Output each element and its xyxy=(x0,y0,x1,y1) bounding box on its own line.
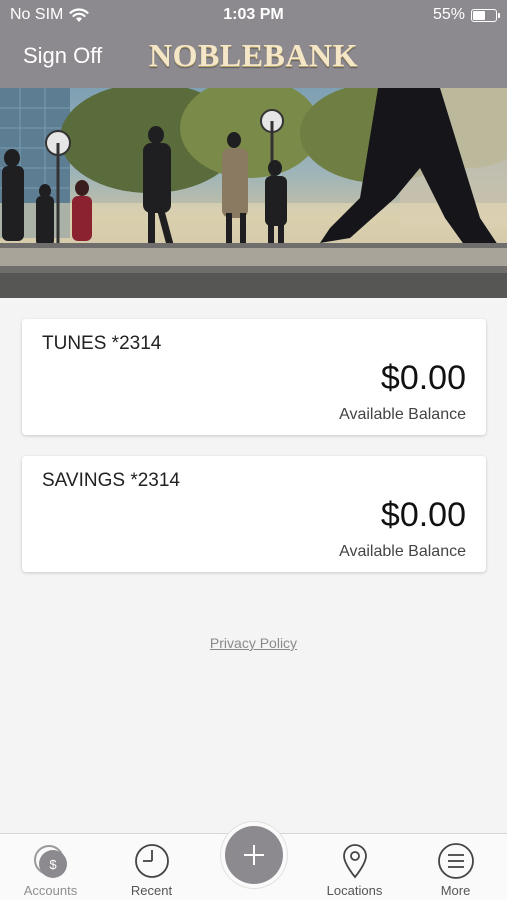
add-button[interactable] xyxy=(225,826,283,884)
clock-icon xyxy=(134,844,169,878)
balance-label: Available Balance xyxy=(339,406,466,423)
tab-more[interactable]: More xyxy=(405,834,506,900)
battery-fill xyxy=(473,10,486,20)
account-name: SAVINGS *2314 xyxy=(42,470,181,491)
privacy-policy-link[interactable]: Privacy Policy xyxy=(0,635,507,651)
status-time: 1:03 PM xyxy=(223,6,284,23)
tab-label: Accounts xyxy=(23,883,78,898)
battery-icon xyxy=(471,8,500,22)
nav-row: Sign Off NOBLEBANK xyxy=(0,36,507,80)
tab-label: More xyxy=(440,883,471,898)
svg-text:$: $ xyxy=(49,857,57,872)
battery-indicator: 55% xyxy=(432,6,500,24)
accounts-icon: $ xyxy=(33,845,67,878)
brand-logo: NOBLEBANK xyxy=(149,37,358,73)
account-balance: $0.00 xyxy=(380,496,466,534)
hero-image xyxy=(0,88,507,298)
account-balance: $0.00 xyxy=(380,359,466,397)
balance-label: Available Balance xyxy=(339,543,466,560)
app-screen: No SIM 1:03 PM 55% Sign Off NOBLEBANK TU… xyxy=(0,0,507,900)
battery-percent: 55% xyxy=(432,6,465,23)
tab-accounts[interactable]: $ Accounts xyxy=(0,834,101,900)
menu-icon xyxy=(437,843,474,879)
account-card-savings[interactable]: SAVINGS *2314 $0.00 Available Balance xyxy=(22,456,486,572)
header: No SIM 1:03 PM 55% Sign Off NOBLEBANK xyxy=(0,0,507,88)
account-name: TUNES *2314 xyxy=(42,333,162,354)
location-pin-icon xyxy=(342,844,367,879)
tab-locations[interactable]: Locations xyxy=(304,834,405,900)
hero-photo-illustration xyxy=(0,88,507,298)
tab-recent[interactable]: Recent xyxy=(101,834,202,900)
tab-label: Recent xyxy=(130,883,173,898)
status-bar: No SIM 1:03 PM 55% xyxy=(0,0,507,30)
tab-label: Locations xyxy=(326,883,383,898)
account-card-tunes[interactable]: TUNES *2314 $0.00 Available Balance xyxy=(22,319,486,435)
